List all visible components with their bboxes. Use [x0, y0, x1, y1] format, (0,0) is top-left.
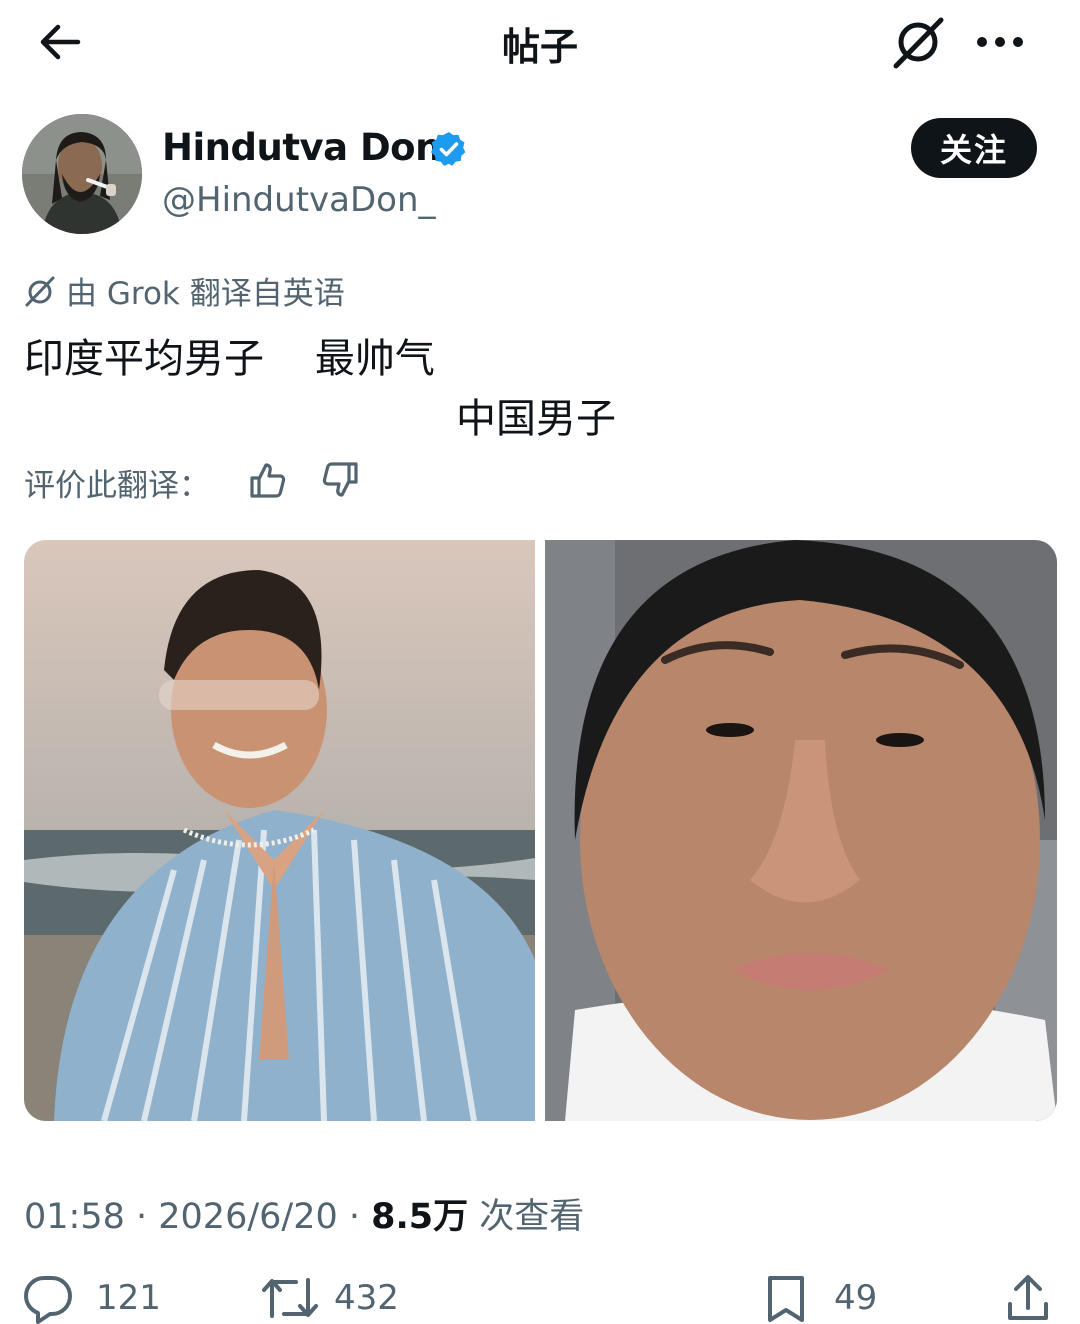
bookmark-button[interactable]: 49 [760, 1272, 877, 1324]
grok-small-icon [22, 273, 58, 309]
bookmark-icon [760, 1272, 812, 1324]
thumbs-up-icon[interactable] [246, 458, 290, 502]
post-text-line-1: 印度平均男子 最帅气 [24, 336, 435, 382]
rate-translation-label: 评价此翻译： [24, 468, 210, 504]
share-icon[interactable] [1002, 1272, 1054, 1324]
translation-note-text: 由 Grok 翻译自英语 [66, 276, 345, 312]
author-handle[interactable]: @HindutvaDon_ [162, 180, 436, 220]
verified-badge-icon [430, 130, 468, 168]
post-meta: 01:58 · 2026/6/20 · 8.5万 次查看 [24, 1197, 585, 1237]
avatar[interactable] [22, 114, 142, 234]
grok-icon[interactable] [888, 14, 948, 70]
repost-count: 432 [334, 1278, 399, 1318]
more-options-icon[interactable] [972, 22, 1028, 62]
post-text-line-2: 中国男子 [456, 396, 616, 442]
view-count-label: 次查看 [468, 1197, 585, 1237]
post-photo-2[interactable] [545, 540, 1057, 1121]
post-photo-1[interactable] [24, 540, 535, 1121]
reply-count: 121 [96, 1278, 161, 1318]
bookmark-count: 49 [834, 1278, 878, 1318]
post-time: 01:58 [24, 1197, 125, 1237]
post-date: 2026/6/20 [158, 1197, 338, 1237]
translation-note: 由 Grok 翻译自英语 [22, 268, 345, 313]
view-count: 8.5万 [371, 1197, 469, 1237]
reply-button[interactable]: 121 [22, 1272, 161, 1324]
author-display-name[interactable]: Hindutva Don [162, 126, 441, 169]
reply-icon [22, 1272, 74, 1324]
thumbs-down-icon[interactable] [318, 458, 362, 502]
follow-button[interactable]: 关注 [911, 118, 1037, 178]
repost-button[interactable]: 432 [260, 1272, 399, 1324]
repost-icon [260, 1272, 318, 1324]
